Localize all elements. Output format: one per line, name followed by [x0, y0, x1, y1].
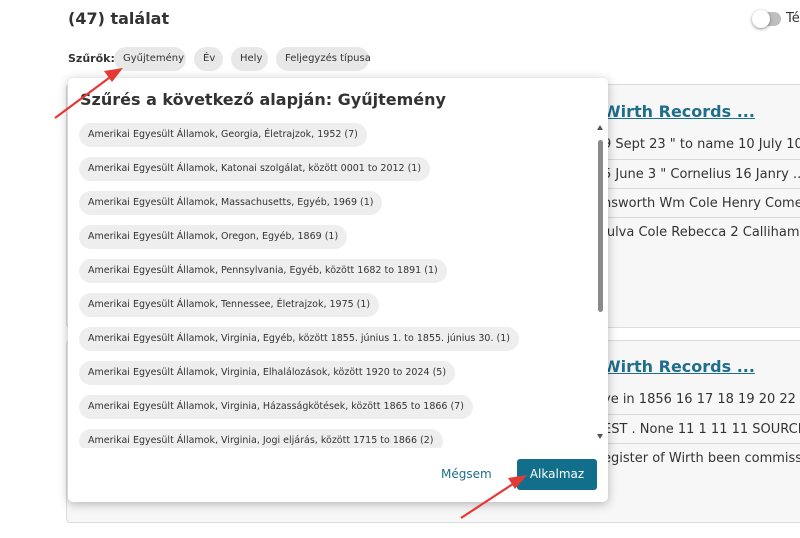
result-card-line: EST . None 11 1 11 11 SOURCES O	[603, 414, 800, 443]
filter-chip-year[interactable]: Év	[194, 47, 223, 71]
collection-option[interactable]: Amerikai Egyesült Államok, Virginia, Jog…	[79, 429, 443, 448]
results-count: (47) találat	[68, 9, 170, 28]
result-card-line: Julva Cole Rebecca 2 Calliham Ma	[603, 217, 800, 246]
collection-option[interactable]: Amerikai Egyesült Államok, Georgia, Élet…	[79, 123, 367, 147]
result-card-line: ye in 1856 16 17 18 19 20 22 FATH	[603, 392, 800, 407]
apply-button[interactable]: Alkalmaz	[517, 459, 597, 490]
scroll-down-arrow-icon[interactable]	[597, 434, 603, 439]
collection-option[interactable]: Amerikai Egyesült Államok, Massachusetts…	[79, 191, 383, 215]
view-toggle[interactable]	[752, 10, 781, 28]
scroll-up-arrow-icon[interactable]	[597, 125, 603, 130]
collection-option[interactable]: Amerikai Egyesült Államok, Oregon, Egyéb…	[79, 225, 348, 249]
filter-chip-collection[interactable]: Gyűjtemény	[114, 47, 186, 71]
result-card-title[interactable]: Wirth Records ...	[603, 357, 755, 376]
result-card-line: 5 June 3 " Cornelius 16 Janry ...	[603, 159, 800, 188]
collection-option-list[interactable]: Amerikai Egyesült Államok, Georgia, Élet…	[68, 122, 608, 448]
collection-option[interactable]: Amerikai Egyesült Államok, Tennessee, Él…	[79, 293, 380, 317]
result-card-line: egister of Wirth been commission	[603, 443, 800, 472]
collection-option[interactable]: Amerikai Egyesült Államok, Virginia, Elh…	[79, 361, 456, 385]
collection-option[interactable]: Amerikai Egyesült Államok, Katonai szolg…	[79, 157, 431, 181]
result-card-line: 9 Sept 23 " to name 10 July 10...	[603, 137, 800, 152]
scrollbar-thumb[interactable]	[598, 140, 603, 312]
filter-chip-record-type[interactable]: Feljegyzés típusa	[276, 47, 371, 71]
filter-chip-place[interactable]: Hely	[231, 47, 268, 71]
cancel-button[interactable]: Mégsem	[441, 463, 492, 485]
toggle-label: Té	[786, 11, 800, 26]
filters-label: Szűrők:	[68, 52, 115, 65]
result-card-line: nsworth Wm Cole Henry Come ...	[603, 188, 800, 217]
collection-option[interactable]: Amerikai Egyesült Államok, Virginia, Egy…	[79, 327, 519, 351]
toggle-knob	[752, 10, 770, 28]
collection-option[interactable]: Amerikai Egyesült Államok, Pennsylvania,…	[79, 259, 447, 283]
dialog-title: Szűrés a következő alapján: Gyűjtemény	[80, 90, 446, 109]
result-card-title[interactable]: Wirth Records ...	[603, 102, 755, 121]
filter-dialog: Szűrés a következő alapján: Gyűjtemény A…	[68, 78, 608, 502]
collection-option[interactable]: Amerikai Egyesült Államok, Virginia, Ház…	[79, 395, 473, 419]
